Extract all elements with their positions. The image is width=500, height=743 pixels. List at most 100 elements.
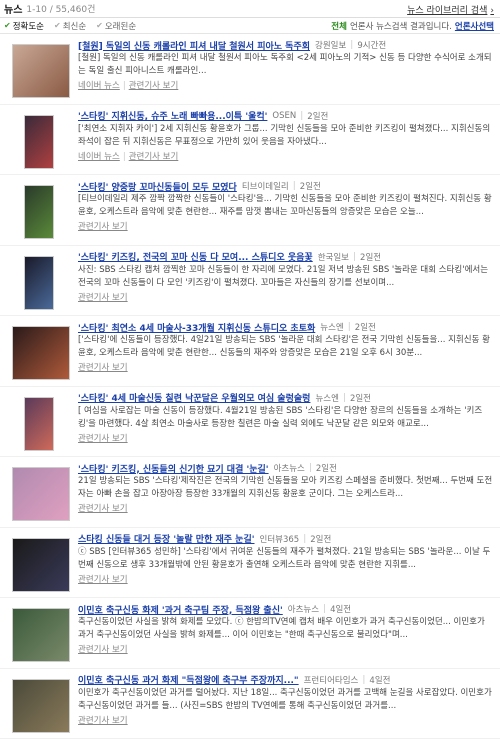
news-thumbnail[interactable] — [24, 396, 54, 451]
news-item: '스타킹' 양중랑 꼬마신동들이 모두 모였다 티브이데일리 | 2일전 [티브이데일… — [0, 175, 500, 246]
news-snippet: [티브이데일리 제주 깜짝 깜짝한 신동들이 '스타킹'을... 기막힌 신동들… — [78, 194, 492, 217]
news-results: [철원] 독일의 신동 캐롤라인 피셔 내달 철원서 피아노 독주회 강원일보 | 9… — [0, 34, 500, 739]
news-title[interactable]: [철원] 독일의 신동 캐롤라인 피셔 내달 철원서 피아노 독주회 — [78, 39, 310, 52]
news-item: [철원] 독일의 신동 캐롤라인 피셔 내달 철원서 피아노 독주회 강원일보 | 9… — [0, 34, 500, 105]
news-thumbnail[interactable] — [12, 44, 70, 98]
news-date: 2일전 — [307, 111, 329, 122]
news-date: 2일전 — [354, 323, 376, 333]
sort-oldest[interactable]: ✔ 오래된순 — [96, 20, 136, 32]
news-source[interactable]: 티브이데일리 — [242, 180, 289, 192]
check-icon: ✔ — [4, 21, 11, 30]
related-news-link[interactable]: 관련기사 보기 — [78, 222, 128, 232]
library-search-link[interactable]: 뉴스 라이브러리 검색 › — [407, 3, 494, 16]
news-title[interactable]: 스타킹 신동들 대거 등장 '놀랄 만한 재주 눈길' — [78, 532, 255, 545]
news-thumbnail[interactable] — [12, 467, 70, 521]
news-snippet: ['최연소 지휘자 카이'] 2세 지휘신동 황윤호가 그룹... 기막힌 신동… — [78, 123, 491, 147]
related-news-link[interactable]: 관련기사 보기 — [78, 645, 128, 655]
divider: | — [347, 322, 351, 332]
divider: | — [350, 40, 354, 50]
news-title[interactable]: '스타킹' 키즈킹, 신동들의 신기한 묘기 대결 '눈길' — [78, 462, 269, 475]
news-item: '스타킹' 최연소 4세 마술사-33개월 지휘신동 스튜디오 초토화 뉴스엔 | 2… — [0, 316, 500, 387]
news-title[interactable]: 이민호 축구신동 과거 화제 "득점왕에 축구부 주장까지..." — [78, 673, 299, 686]
news-date: 2일전 — [310, 534, 332, 545]
all-press-label: 전체 — [331, 22, 347, 32]
news-thumbnail[interactable] — [24, 185, 54, 239]
news-thumbnail[interactable] — [24, 114, 54, 169]
check-icon: ✔ — [53, 21, 61, 30]
related-news-link[interactable]: 관련기사 보기 — [78, 434, 128, 444]
news-title[interactable]: '스타킹' 지휘신동, 슈주 노래 빠빠용...이특 '울컥' — [78, 109, 267, 122]
naver-news-link[interactable]: 네이버 뉴스 — [78, 152, 120, 162]
news-thumbnail[interactable] — [12, 678, 70, 733]
sort-oldest-label: 오래된순 — [104, 21, 137, 32]
related-news-link[interactable]: 관련기사 보기 — [78, 504, 128, 514]
news-date: 2일전 — [299, 182, 321, 192]
thumb-fill — [13, 679, 69, 732]
related-news-link[interactable]: 관련기사 보기 — [78, 293, 128, 303]
thumb-fill — [25, 115, 53, 168]
sort-bar: ✔ 정확도순 ✔ 최신순 ✔ 오래된순 전체 언론사 뉴스검색 결과입니다. 언론사선… — [0, 18, 500, 34]
news-snippet: 이민호가 축구신동이었던 과거를 털어놨다. 지난 18일... 축구신동이었던… — [78, 687, 492, 711]
news-item: '스타킹' 키즈킹, 신동들의 신기한 묘기 대결 '눈길' 아츠뉴스 | 2일전 2… — [0, 457, 500, 528]
thumb-fill — [13, 45, 69, 97]
news-source[interactable]: OSEN — [272, 111, 296, 121]
divider: | — [292, 181, 296, 191]
section-title: 뉴스 — [4, 5, 23, 16]
divider: | — [122, 151, 126, 162]
news-thumbnail[interactable] — [12, 326, 70, 380]
news-source[interactable]: 프런티어타임스 — [304, 674, 359, 686]
news-item: 스타킹 신동들 대거 등장 '놀랄 만한 재주 눈길' 인터뷰365 | 2일전 ⓒ … — [0, 528, 500, 598]
news-snippet: ⓒ SBS [인터뷰365 성민하] '스타킹'에서 귀여운 신동들의 재주가 … — [78, 546, 491, 570]
related-news-link[interactable]: 관련기사 보기 — [129, 81, 179, 91]
divider: | — [352, 251, 357, 262]
result-count: 1-10 / 55,460건 — [26, 5, 96, 15]
news-source[interactable]: 강원일보 — [315, 39, 346, 51]
divider: | — [300, 110, 304, 121]
news-source[interactable]: 인터뷰365 — [260, 533, 300, 545]
divider: | — [303, 533, 307, 544]
news-item: '스타킹' 지휘신동, 슈주 노래 빠빠용...이특 '울컥' OSEN | 2일전 … — [0, 105, 500, 175]
sort-accuracy-label: 정확도순 — [12, 21, 44, 32]
news-title[interactable]: '스타킹' 4세 마술신동 칠련 낙꾼달은 우월외모 여심 술렁술렁 — [78, 391, 310, 404]
chevron-right-icon: › — [490, 6, 494, 16]
news-snippet: [ 여심을 사로잡는 마술 신동이 등장했다. 4월21일 방송된 SBS '스… — [78, 405, 483, 429]
divider: | — [323, 604, 327, 614]
check-icon: ✔ — [96, 21, 103, 30]
news-title[interactable]: '스타킹' 양중랑 꼬마신동들이 모두 모였다 — [78, 180, 237, 193]
news-source[interactable]: 뉴스엔 — [320, 321, 343, 333]
news-snippet: 축구신동이었던 사실을 밝혀 화제를 모았다. ⓒ 한밤의TV연예 캡처 배우 … — [78, 617, 485, 640]
news-date: 9시간전 — [357, 41, 387, 51]
thumb-fill — [13, 468, 69, 520]
news-snippet: ['스타킹'에 신동들이 등장했다. 4일21일 방송되는 SBS '놀라운 대… — [78, 335, 490, 358]
sort-latest[interactable]: ✔ 최신순 — [54, 20, 86, 32]
related-news-link[interactable]: 관련기사 보기 — [78, 716, 128, 726]
news-date: 2일전 — [349, 393, 372, 404]
related-news-link[interactable]: 관련기사 보기 — [78, 363, 128, 373]
related-news-link[interactable]: 관련기사 보기 — [78, 575, 128, 585]
thumb-fill — [13, 538, 69, 591]
news-date: 4일전 — [369, 675, 391, 686]
naver-news-link[interactable]: 네이버 뉴스 — [78, 81, 120, 91]
news-thumbnail[interactable] — [12, 537, 70, 592]
thumb-fill — [13, 609, 69, 661]
news-title[interactable]: 이민호 축구신동 화제 '과거 축구팀 주장, 득점왕 출신' — [78, 603, 283, 616]
news-thumbnail[interactable] — [24, 255, 54, 310]
press-select-link[interactable]: 언론사선택 — [455, 20, 494, 32]
news-source[interactable]: 한국일보 — [318, 251, 349, 263]
news-date: 2일전 — [315, 464, 337, 474]
news-item: 이민호 축구신동 과거 화제 "득점왕에 축구부 주장까지..." 프런티어타임스… — [0, 669, 500, 739]
thumb-fill — [13, 327, 69, 379]
news-item: 이민호 축구신동 화제 '과거 축구팀 주장, 득점왕 출신' 아츠뉴스 | 4일전 … — [0, 598, 500, 669]
news-title[interactable]: '스타킹' 키즈킹, 전국의 꼬마 신동 다 모여... 스튜디오 웃음꽃 — [78, 250, 313, 263]
divider: | — [342, 392, 346, 403]
news-snippet: [철원] 독일의 신동 캐롤라인 피셔 내달 철원서 피아노 독주회 <2세 피… — [78, 53, 492, 76]
news-thumbnail[interactable] — [12, 608, 70, 662]
news-source[interactable]: 아츠뉴스 — [288, 603, 319, 615]
news-source[interactable]: 아츠뉴스 — [274, 462, 305, 474]
news-header: 뉴스 1-10 / 55,460건 뉴스 라이브러리 검색 › — [0, 0, 500, 18]
news-source[interactable]: 뉴스엔 — [315, 392, 338, 404]
news-title[interactable]: '스타킹' 최연소 4세 마술사-33개월 지휘신동 스튜디오 초토화 — [78, 321, 315, 334]
sort-accuracy[interactable]: ✔ 정확도순 — [4, 20, 44, 32]
related-news-link[interactable]: 관련기사 보기 — [129, 152, 179, 162]
thumb-fill — [25, 256, 53, 309]
